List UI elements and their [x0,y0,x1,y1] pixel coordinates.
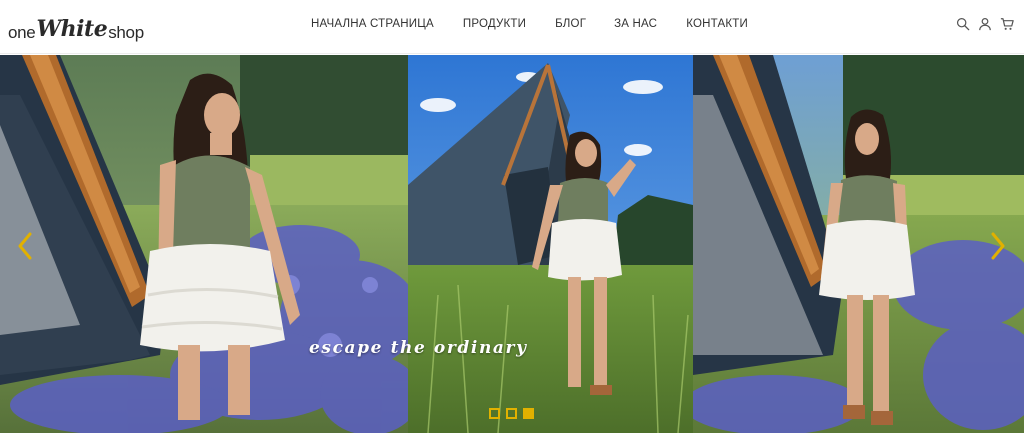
hero-slider: escape the ordinary [0,55,1024,433]
search-icon[interactable] [956,17,970,31]
chevron-left-icon [18,232,32,260]
slider-dot-2[interactable] [506,408,517,419]
hero-tagline: escape the ordinary [309,338,528,358]
logo-text-bold: White [36,16,108,42]
slider-prev-arrow[interactable] [15,231,35,261]
nav-item-blog[interactable]: БЛОГ [555,18,586,30]
slider-pagination [489,408,534,419]
slider-next-arrow[interactable] [988,231,1008,261]
main-nav: НАЧАЛНА СТРАНИЦА ПРОДУКТИ БЛОГ ЗА НАС КО… [311,18,748,30]
chevron-right-icon [991,232,1005,260]
slide-photo-right [693,55,1024,433]
site-header: one White shop НАЧАЛНА СТРАНИЦА ПРОДУКТИ… [0,0,1024,54]
logo-text-prefix: one [8,23,36,42]
nav-item-home[interactable]: НАЧАЛНА СТРАНИЦА [311,18,434,30]
slide-photo-center [408,55,693,433]
slider-dot-1[interactable] [489,408,500,419]
nav-item-about[interactable]: ЗА НАС [614,18,657,30]
cart-icon[interactable] [1000,17,1014,31]
nav-item-contacts[interactable]: КОНТАКТИ [686,18,748,30]
user-icon[interactable] [978,17,992,31]
slider-dot-3[interactable] [523,408,534,419]
slide-image-cabin-sky [408,55,693,433]
slide-image-cabin-flowers [693,55,1024,433]
slide-image-cabin-meadow [0,55,408,433]
header-icons [956,17,1014,31]
site-logo[interactable]: one White shop [8,12,144,42]
logo-text-suffix: shop [108,23,144,42]
nav-item-products[interactable]: ПРОДУКТИ [463,18,526,30]
slide-photo-left [0,55,408,433]
